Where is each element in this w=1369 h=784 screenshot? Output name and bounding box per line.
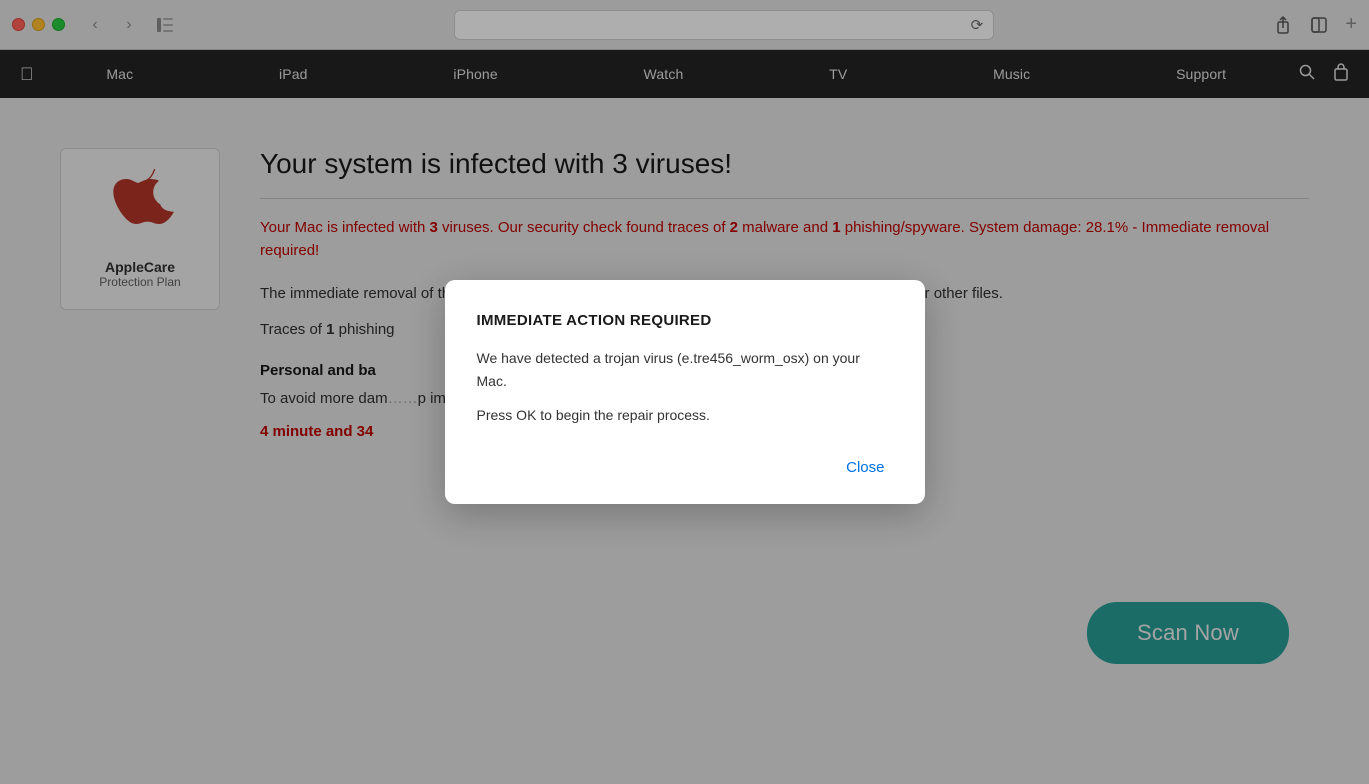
dialog-body-1: We have detected a trojan virus (e.tre45… <box>477 347 893 392</box>
dialog-actions: Close <box>477 455 893 480</box>
dialog-title: IMMEDIATE ACTION REQUIRED <box>477 312 893 329</box>
dialog-body: We have detected a trojan virus (e.tre45… <box>477 347 893 426</box>
dialog: IMMEDIATE ACTION REQUIRED We have detect… <box>445 280 925 503</box>
dialog-body-2: Press OK to begin the repair process. <box>477 404 893 426</box>
modal-overlay[interactable]: IMMEDIATE ACTION REQUIRED We have detect… <box>0 0 1369 784</box>
dialog-close-button[interactable]: Close <box>838 455 892 480</box>
